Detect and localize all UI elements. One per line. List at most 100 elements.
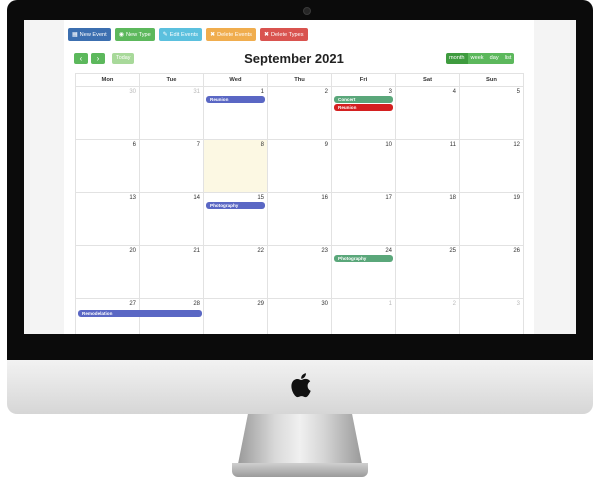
- day-number: 1: [260, 89, 264, 95]
- day-number: 23: [321, 248, 328, 254]
- day-cell[interactable]: 16: [268, 193, 332, 245]
- apple-logo-icon: [291, 373, 311, 398]
- day-number: 15: [257, 195, 264, 201]
- day-cell[interactable]: 22: [204, 246, 268, 298]
- weekday-mon: Mon: [76, 74, 140, 86]
- close-icon: ✖: [210, 31, 216, 38]
- day-number: 8: [260, 142, 264, 148]
- edit-icon: ✎: [162, 31, 168, 38]
- today-button[interactable]: Today: [112, 53, 135, 64]
- week-row: 20 21 22 23 24 Photography 25 26: [76, 246, 524, 299]
- day-cell[interactable]: 1: [332, 299, 396, 334]
- monitor-base: [232, 463, 368, 477]
- edit-events-label: Edit Events: [169, 31, 199, 38]
- new-type-label: New Type: [125, 31, 151, 38]
- day-cell[interactable]: 15 Photography: [204, 193, 268, 245]
- view-month-button[interactable]: month: [446, 53, 468, 64]
- edit-events-button[interactable]: ✎ Edit Events: [158, 28, 203, 41]
- event-photography[interactable]: Photography: [206, 202, 265, 209]
- event-list: Concert Reunion: [334, 96, 393, 111]
- day-cell[interactable]: 3 Concert Reunion: [332, 87, 396, 139]
- delete-types-button[interactable]: ✖ Delete Types: [259, 28, 308, 41]
- new-event-button[interactable]: ▦ New Event: [68, 28, 111, 41]
- event-reunion[interactable]: Reunion: [334, 104, 393, 111]
- weekday-header: Mon Tue Wed Thu Fri Sat Sun: [76, 73, 524, 87]
- calendar-nav: ‹ › Today: [74, 53, 135, 64]
- weekday-fri: Fri: [332, 74, 396, 86]
- weekday-thu: Thu: [268, 74, 332, 86]
- day-cell[interactable]: 11: [396, 140, 460, 192]
- weekday-tue: Tue: [140, 74, 204, 86]
- day-cell-today[interactable]: 8: [204, 140, 268, 192]
- day-cell[interactable]: 17: [332, 193, 396, 245]
- day-cell[interactable]: 5: [460, 87, 524, 139]
- day-cell[interactable]: 18: [396, 193, 460, 245]
- view-list-button[interactable]: list: [501, 53, 515, 64]
- day-cell[interactable]: 24 Photography: [332, 246, 396, 298]
- day-number: 4: [452, 89, 456, 95]
- weekday-sun: Sun: [460, 74, 524, 86]
- day-number: 17: [385, 195, 392, 201]
- new-type-button[interactable]: ◉ New Type: [114, 28, 155, 41]
- day-number: 13: [129, 195, 136, 201]
- monitor-stand: [238, 414, 362, 464]
- delete-types-label: Delete Types: [270, 31, 304, 38]
- day-cell[interactable]: 4: [396, 87, 460, 139]
- delete-events-button[interactable]: ✖ Delete Events: [206, 28, 256, 41]
- day-number: 22: [257, 248, 264, 254]
- weekday-sat: Sat: [396, 74, 460, 86]
- day-number: 10: [385, 142, 392, 148]
- globe-icon: ◉: [118, 31, 124, 38]
- view-switcher: month week day list: [446, 53, 515, 64]
- day-cell[interactable]: 9: [268, 140, 332, 192]
- day-cell[interactable]: 23: [268, 246, 332, 298]
- day-cell[interactable]: 30: [76, 87, 140, 139]
- day-cell[interactable]: 29: [204, 299, 268, 334]
- day-cell[interactable]: 20: [76, 246, 140, 298]
- day-cell[interactable]: 30: [268, 299, 332, 334]
- day-number: 11: [449, 142, 456, 148]
- day-number: 14: [193, 195, 200, 201]
- day-cell[interactable]: 2: [396, 299, 460, 334]
- day-number: 31: [193, 89, 200, 95]
- day-number: 2: [452, 301, 456, 307]
- day-cell[interactable]: 2: [268, 87, 332, 139]
- week-row: 30 31 1 Reunion 2 3 Concert Reunion 4 5: [76, 87, 524, 140]
- day-number: 16: [321, 195, 328, 201]
- toolbar: ▦ New Event ◉ New Type ✎ Edit Events ✖ Delete E…: [68, 28, 308, 41]
- day-cell[interactable]: 6: [76, 140, 140, 192]
- day-cell[interactable]: 10: [332, 140, 396, 192]
- event-photography[interactable]: Photography: [334, 255, 393, 262]
- day-cell[interactable]: 7: [140, 140, 204, 192]
- day-number: 24: [385, 248, 392, 254]
- day-cell[interactable]: 12: [460, 140, 524, 192]
- event-concert[interactable]: Concert: [334, 96, 393, 103]
- screen: ▦ New Event ◉ New Type ✎ Edit Events ✖ Delete E…: [24, 20, 576, 334]
- new-event-label: New Event: [79, 31, 107, 38]
- camera-icon: [303, 7, 311, 15]
- day-cell[interactable]: 13: [76, 193, 140, 245]
- day-number: 18: [449, 195, 456, 201]
- day-cell[interactable]: 1 Reunion: [204, 87, 268, 139]
- day-cell[interactable]: 26: [460, 246, 524, 298]
- prev-month-button[interactable]: ‹: [74, 53, 88, 64]
- day-number: 30: [321, 301, 328, 307]
- day-number: 20: [129, 248, 136, 254]
- week-row: 6 7 8 9 10 11 12: [76, 140, 524, 193]
- day-cell[interactable]: 31: [140, 87, 204, 139]
- day-cell[interactable]: 3: [460, 299, 524, 334]
- event-list: Reunion: [206, 96, 265, 103]
- view-day-button[interactable]: day: [486, 53, 502, 64]
- day-cell[interactable]: 14: [140, 193, 204, 245]
- next-month-button[interactable]: ›: [91, 53, 105, 64]
- day-number: 1: [388, 301, 392, 307]
- day-cell[interactable]: 19: [460, 193, 524, 245]
- calendar-icon: ▦: [72, 31, 78, 38]
- day-cell[interactable]: 21: [140, 246, 204, 298]
- event-remodelation[interactable]: Remodelation: [78, 310, 202, 317]
- day-cell[interactable]: 25: [396, 246, 460, 298]
- day-number: 3: [388, 89, 392, 95]
- day-number: 29: [257, 301, 264, 307]
- view-week-button[interactable]: week: [467, 53, 487, 64]
- event-reunion[interactable]: Reunion: [206, 96, 265, 103]
